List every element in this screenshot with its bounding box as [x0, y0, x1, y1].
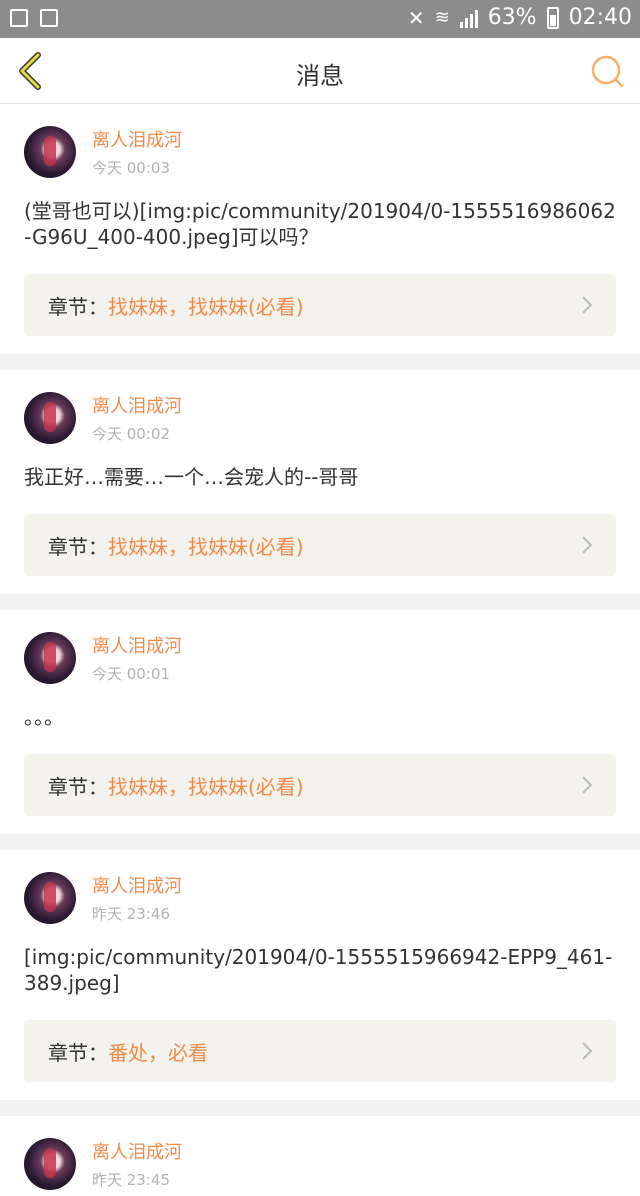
post-time: 今天 00:03 — [92, 159, 170, 177]
message-card: 离人泪成河 今天 00:02 我正好…需要…一个…会宠人的--哥哥 章节： 找妹… — [0, 370, 640, 594]
user-name[interactable]: 离人泪成河 — [92, 872, 182, 898]
message-content: (堂哥也可以)[img:pic/community/201904/0-15555… — [24, 199, 616, 249]
clock: 02:40 — [568, 5, 632, 30]
user-name[interactable]: 离人泪成河 — [92, 632, 182, 658]
battery-text: 63% — [487, 5, 537, 30]
chapter-name: 找妹妹，找妹妹(必看) — [108, 774, 304, 799]
chapter-link[interactable]: 章节： 找妹妹，找妹妹(必看) — [24, 514, 616, 576]
top-bar: 消息 — [0, 38, 640, 104]
avatar[interactable] — [24, 392, 76, 444]
post-time: 昨天 23:46 — [92, 905, 170, 923]
chapter-name: 番处，必看 — [108, 1040, 208, 1065]
chevron-right-icon — [582, 776, 593, 794]
recycle-icon — [40, 9, 58, 27]
post-time: 今天 00:02 — [92, 425, 170, 443]
gallery-icon — [10, 9, 28, 27]
signal-icon — [459, 8, 478, 28]
status-bar: ✕ ≋ 63% 02:40 — [0, 0, 640, 38]
message-feed: 离人泪成河 今天 00:03 (堂哥也可以)[img:pic/community… — [0, 104, 640, 1196]
chevron-right-icon — [582, 536, 593, 554]
chapter-name: 找妹妹，找妹妹(必看) — [108, 534, 304, 559]
message-card: 离人泪成河 昨天 23:46 [img:pic/community/201904… — [0, 850, 640, 1100]
message-card: 离人泪成河 昨天 23:45 — [0, 1116, 640, 1196]
search-icon[interactable] — [586, 50, 628, 92]
chapter-link[interactable]: 章节： 番处，必看 — [24, 1020, 616, 1082]
post-time: 今天 00:01 — [92, 665, 170, 683]
avatar[interactable] — [24, 632, 76, 684]
chapter-name: 找妹妹，找妹妹(必看) — [108, 294, 304, 319]
message-content: 我正好…需要…一个…会宠人的--哥哥 — [24, 465, 359, 489]
user-name[interactable]: 离人泪成河 — [92, 126, 182, 152]
avatar[interactable] — [24, 126, 76, 178]
chapter-label: 章节： — [48, 534, 108, 559]
chapter-link[interactable]: 章节： 找妹妹，找妹妹(必看) — [24, 274, 616, 336]
mute-icon: ✕ — [407, 5, 425, 30]
user-name[interactable]: 离人泪成河 — [92, 392, 182, 418]
avatar[interactable] — [24, 1138, 76, 1190]
battery-icon — [546, 6, 559, 29]
chapter-link[interactable]: 章节： 找妹妹，找妹妹(必看) — [24, 754, 616, 816]
avatar[interactable] — [24, 872, 76, 924]
wifi-icon: ≋ — [434, 7, 450, 28]
chapter-label: 章节： — [48, 1040, 108, 1065]
post-time: 昨天 23:45 — [92, 1171, 170, 1189]
chapter-label: 章节： — [48, 294, 108, 319]
chevron-right-icon — [582, 296, 593, 314]
chevron-right-icon — [582, 1042, 593, 1060]
message-card: 离人泪成河 今天 00:01 。。。 章节： 找妹妹，找妹妹(必看) — [0, 610, 640, 834]
message-content: 。。。 — [24, 705, 64, 729]
chapter-label: 章节： — [48, 774, 108, 799]
page-title: 消息 — [296, 62, 344, 90]
user-name[interactable]: 离人泪成河 — [92, 1138, 182, 1164]
message-content: [img:pic/community/201904/0-155551596694… — [24, 945, 613, 995]
message-card: 离人泪成河 今天 00:03 (堂哥也可以)[img:pic/community… — [0, 104, 640, 354]
